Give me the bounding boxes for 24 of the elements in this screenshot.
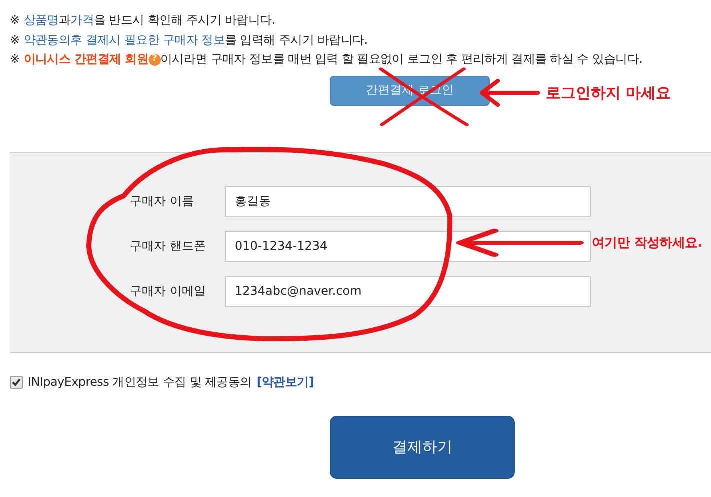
terms-link[interactable]: [약관보기] bbox=[256, 374, 314, 390]
input-field[interactable]: 1234abc@naver.com bbox=[225, 276, 591, 306]
checkbox[interactable] bbox=[10, 376, 23, 388]
note-mark: ※ bbox=[10, 12, 20, 29]
input-field[interactable]: 홍길동 bbox=[225, 186, 591, 216]
annotation-text: 여기만 작성하세요. bbox=[592, 235, 702, 252]
agreement-text: INIpayExpress 개인정보 수집 및 제공동의 bbox=[28, 374, 252, 390]
pay-button[interactable]: 결제하기 bbox=[330, 416, 515, 478]
note-mark: ※ bbox=[10, 51, 20, 68]
notice-text: 을 반드시 확인해 주시기 바랍니다. bbox=[94, 12, 276, 29]
notice-text: 이시라면 구매자 정보를 매번 입력 할 필요없이 로그인 후 편리하게 결제를 하실 수 있습니다. bbox=[160, 51, 643, 68]
input-field[interactable]: 010-1234-1234 bbox=[225, 230, 591, 262]
highlight-text: 약관동의후 결제시 필요한 구매자 정보 bbox=[24, 32, 226, 48]
arrow-mark bbox=[478, 78, 540, 108]
highlight-text: 이니시스 간편결제 회원 bbox=[24, 51, 149, 68]
highlight-text: 상품명 bbox=[24, 12, 59, 29]
highlight-text: 가격 bbox=[70, 12, 94, 29]
annotation-text: 로그인하지 마세요 bbox=[546, 84, 672, 102]
notice-text: 를 입력해 주시기 바랍니다. bbox=[225, 32, 368, 48]
field-label: 구매자 핸드폰 bbox=[130, 238, 207, 254]
notice-text: 과 bbox=[58, 12, 71, 29]
field-label: 구매자 이름 bbox=[130, 192, 195, 210]
note-mark: ※ bbox=[10, 32, 20, 48]
field-label: 구매자 이메일 bbox=[130, 282, 207, 300]
